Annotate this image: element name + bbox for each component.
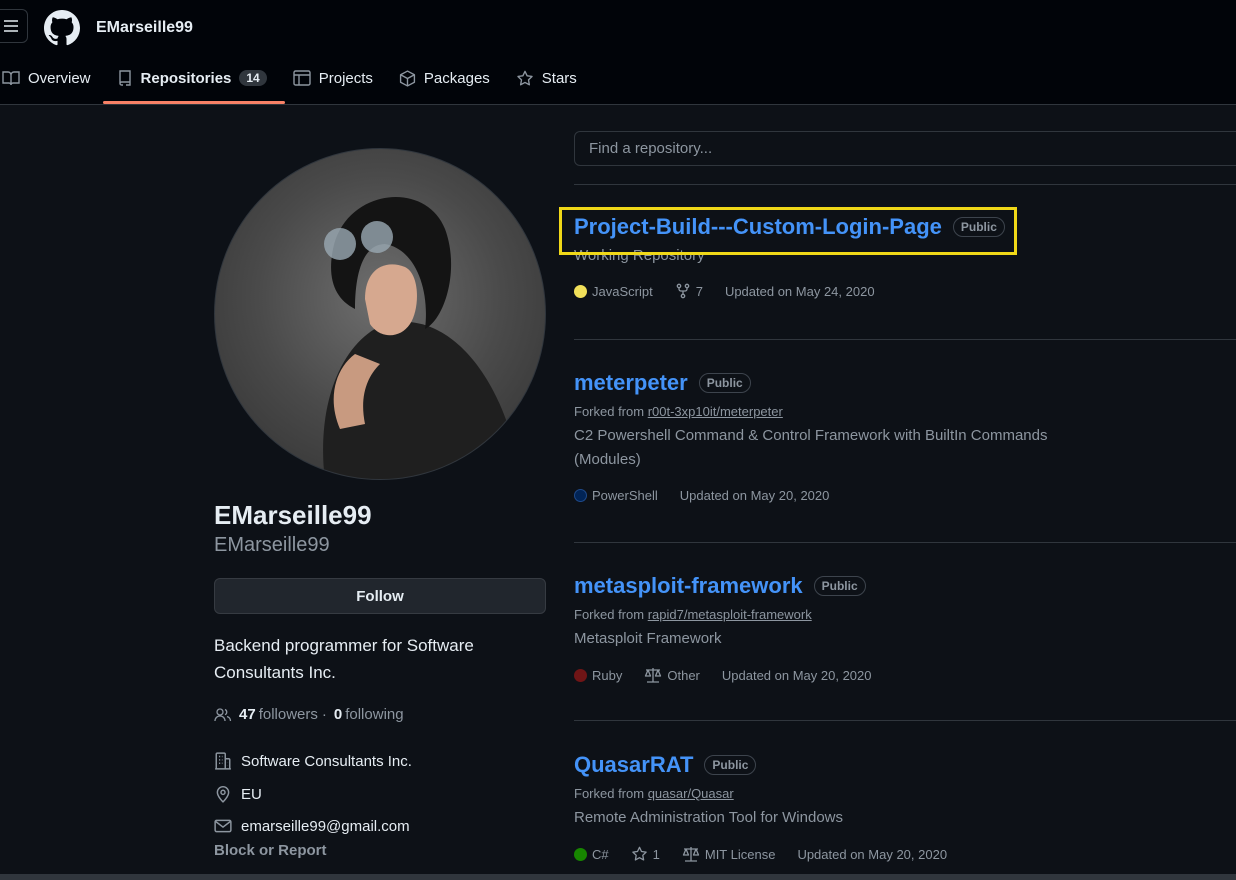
tab-packages-label: Packages [423,69,490,87]
follow-button[interactable]: Follow [214,578,546,614]
language-color-dot [574,847,587,861]
forks-count: 7 [695,283,703,299]
divider [574,720,1236,721]
visibility-badge: Public [704,755,757,775]
language-color-dot [574,284,587,298]
people-icon [214,707,232,721]
repo-item: QuasarRAT Public Forked from quasar/Quas… [574,752,1236,862]
tab-projects-label: Projects [318,69,373,87]
visibility-badge: Public [813,576,866,596]
stars-link[interactable]: 1 [631,846,660,862]
following-label[interactable]: following [345,706,403,723]
forked-from-prefix: Forked from [574,607,645,622]
forked-from-link[interactable]: rapid7/metasploit-framework [648,607,812,622]
tab-packages[interactable]: Packages [395,60,504,96]
language-color-dot [574,489,587,502]
tab-projects[interactable]: Projects [289,60,387,96]
star-icon [517,70,533,85]
forked-from: Forked from rapid7/metasploit-framework [574,607,1236,622]
repo-name-link[interactable]: meterpeter [574,370,688,396]
mail-icon [214,819,232,833]
star-icon [631,846,647,861]
repo-updated: Updated on May 20, 2020 [797,846,948,862]
repo-description: Metasploit Framework [574,630,722,647]
profile-name: EMarseille99 [214,500,372,530]
avatar-image [323,196,520,479]
license-text: MIT License [704,846,776,862]
find-repository-input[interactable] [574,131,1236,166]
repo-item: meterpeter Public Forked from r00t-3xp10… [574,370,1236,503]
repo-updated: Updated on May 24, 2020 [724,283,875,299]
repo-icon [118,70,131,86]
profile-company: Software Consultants Inc. [214,752,412,770]
stats-separator: · [321,706,327,723]
tab-overview-label: Overview [28,69,91,87]
forked-from-prefix: Forked from [574,786,645,801]
hamburger-icon [4,20,18,32]
repositories-count-badge: 14 [239,70,267,86]
tab-repositories[interactable]: Repositories 14 [102,60,285,104]
horizontal-scrollbar[interactable] [0,874,1236,880]
divider [574,339,1236,340]
location-icon [216,786,230,803]
forked-from-link[interactable]: r00t-3xp10it/meterpeter [648,404,783,419]
tab-overview[interactable]: Overview [0,60,105,96]
forked-from: Forked from r00t-3xp10it/meterpeter [574,404,1236,419]
law-icon [645,668,662,683]
follow-stats: 47 followers · 0 following [214,706,404,723]
divider [574,542,1236,543]
law-icon [682,847,700,862]
license-text: Other [667,667,700,683]
github-logo-icon[interactable] [44,10,80,46]
fork-icon [676,283,690,299]
forked-from-link[interactable]: quasar/Quasar [648,786,734,801]
top-bar: EMarseille99 Overview Repositories 14 Pr… [0,0,1236,105]
hamburger-menu-button[interactable] [0,9,28,43]
header-username[interactable]: EMarseille99 [96,19,193,37]
repo-language: Ruby [592,667,623,683]
profile-bio: Backend programmer for Software Consulta… [214,636,474,682]
tab-stars[interactable]: Stars [512,60,591,96]
divider [574,184,1236,185]
repo-name-link[interactable]: QuasarRAT [574,752,693,778]
license-link[interactable]: MIT License [682,846,776,862]
profile-avatar[interactable] [214,148,546,480]
profile-location: EU [214,785,262,803]
tab-stars-label: Stars [541,69,577,87]
forks-link[interactable]: 7 [675,283,703,299]
language-color-dot [574,668,587,682]
table-icon [293,70,311,86]
forked-from: Forked from quasar/Quasar [574,786,1236,801]
followers-count[interactable]: 47 [239,706,256,723]
repo-language: PowerShell [592,488,658,503]
highlight-box [559,207,1017,255]
repo-updated: Updated on May 20, 2020 [721,667,872,683]
company-text: Software Consultants Inc. [241,752,412,770]
profile-login: EMarseille99 [214,534,330,556]
repo-language: JavaScript [592,283,653,299]
book-icon [2,71,20,86]
organization-icon [215,752,231,770]
forked-from-prefix: Forked from [574,404,645,419]
repo-item: metasploit-framework Public Forked from … [574,573,1236,683]
block-or-report-link[interactable]: Block or Report [214,842,327,859]
tab-repositories-label: Repositories [140,69,232,87]
following-count[interactable]: 0 [334,706,342,723]
license-link[interactable]: Other [644,667,700,683]
location-text: EU [241,785,262,803]
repo-name-link[interactable]: metasploit-framework [574,573,803,599]
visibility-badge: Public [698,373,751,393]
stars-count: 1 [652,846,660,862]
profile-tabs: Overview Repositories 14 Projects Packag… [0,60,599,104]
email-link[interactable]: emarseille99@gmail.com [241,818,410,835]
repo-description: C2 Powershell Command & Control Framewor… [574,427,1048,468]
profile-email: emarseille99@gmail.com [214,817,410,835]
repo-description: Remote Administration Tool for Windows [574,809,844,826]
followers-label[interactable]: followers [259,706,318,723]
repo-updated: Updated on May 20, 2020 [679,488,830,503]
repo-language: C# [592,846,609,862]
package-icon [399,69,416,87]
